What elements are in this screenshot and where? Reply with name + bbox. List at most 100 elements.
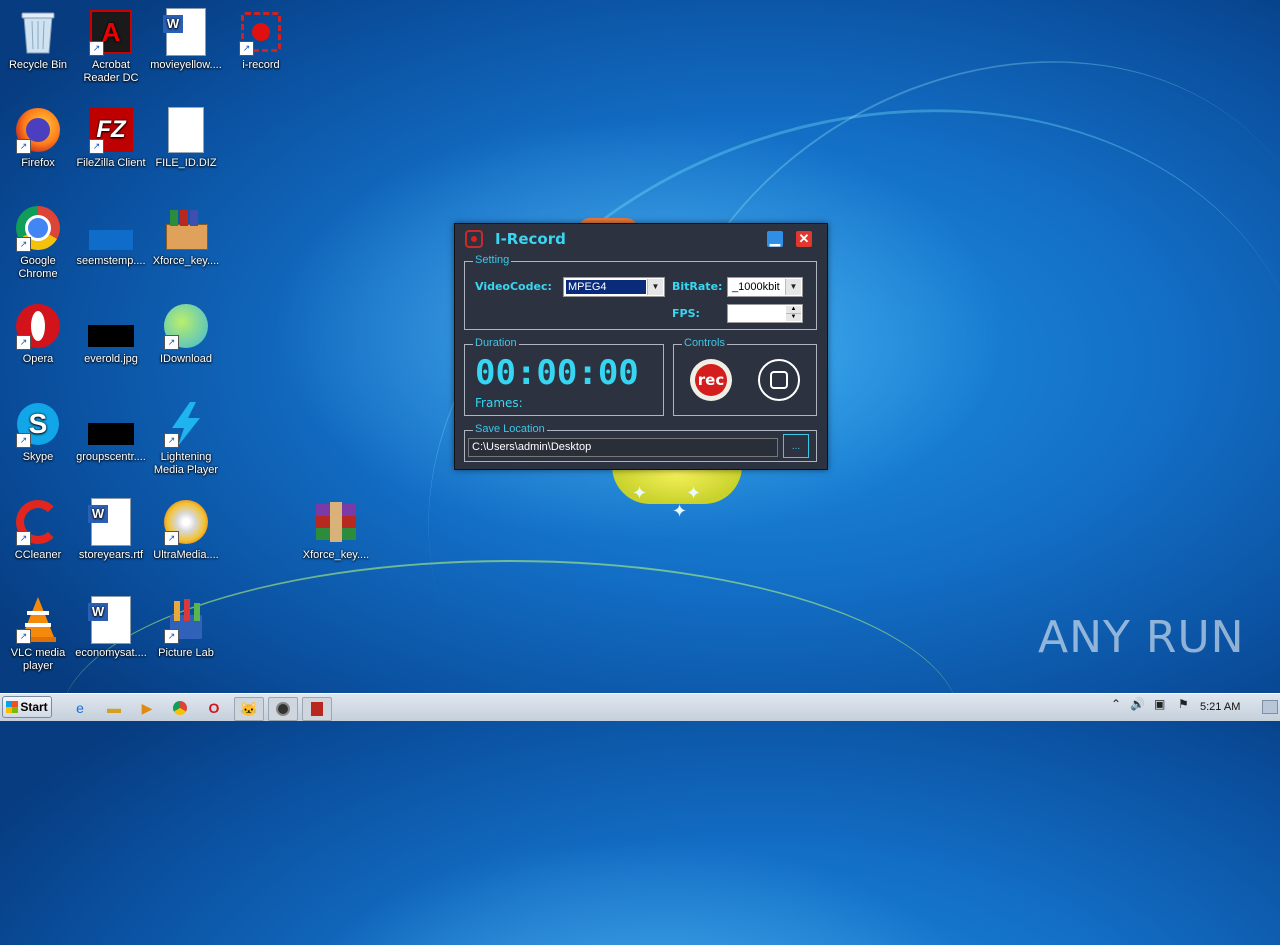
save-path-field[interactable]: C:\Users\admin\Desktop	[468, 438, 778, 457]
desktop-icon-file-id-diz[interactable]: FILE_ID.DIZ	[148, 106, 224, 170]
desktop-icon-i-record[interactable]: ↗ i-record	[223, 8, 299, 72]
explorer-icon[interactable]: ▬	[100, 697, 128, 719]
shortcut-arrow-icon: ↗	[164, 335, 179, 350]
word-doc-icon: W	[162, 8, 210, 56]
videocodec-label: VideoCodec:	[475, 280, 552, 293]
stop-button[interactable]	[758, 359, 800, 401]
idownload-icon: ↗	[162, 302, 210, 350]
cat-app-icon[interactable]: 🐱	[234, 697, 264, 721]
icon-label: seemstemp....	[76, 255, 146, 267]
image-file-icon	[87, 400, 135, 448]
start-button[interactable]: Start	[2, 696, 52, 718]
desktop-icon-vlc[interactable]: ↗ VLC media player	[0, 596, 76, 673]
desktop-icon-recycle-bin[interactable]: Recycle Bin	[0, 8, 76, 72]
fps-label: FPS:	[672, 307, 700, 320]
desktop-icon-ccleaner[interactable]: ↗ CCleaner	[0, 498, 76, 562]
desktop-icon-xforce-key-1[interactable]: Xforce_key....	[148, 204, 224, 268]
spinner-up-icon[interactable]: ▲	[786, 306, 801, 314]
volume-icon[interactable]: 🔊	[1130, 697, 1145, 711]
desktop-icon-firefox[interactable]: ↗ Firefox	[0, 106, 76, 170]
setting-group: Setting VideoCodec: MPEG4 ▼ BitRate: _10…	[464, 254, 817, 330]
winrar-icon	[312, 498, 360, 546]
desktop-icon-ultramedia[interactable]: ↗ UltraMedia....	[148, 498, 224, 562]
save-location-legend: Save Location	[473, 423, 547, 435]
icon-label: Acrobat Reader DC	[83, 59, 139, 84]
shortcut-arrow-icon: ↗	[16, 335, 31, 350]
stop-icon	[770, 371, 788, 389]
clock[interactable]: 5:21 AM	[1200, 701, 1240, 713]
shortcut-arrow-icon: ↗	[89, 41, 104, 56]
i-record-window[interactable]: I-Record ▁ ✕ Setting VideoCodec: MPEG4 ▼…	[454, 223, 828, 470]
filezilla-icon: FZ ↗	[87, 106, 135, 154]
chrome-icon: ↗	[14, 204, 62, 252]
desktop-icon-xforce-key-2[interactable]: Xforce_key....	[298, 498, 374, 562]
fps-spinner[interactable]: ▲ ▼	[727, 304, 803, 323]
desktop-icon-picture-lab[interactable]: ↗ Picture Lab	[148, 596, 224, 660]
chevron-down-icon[interactable]: ▼	[785, 279, 801, 295]
shortcut-arrow-icon: ↗	[16, 433, 31, 448]
icon-label: Picture Lab	[158, 647, 214, 659]
tray-chevron-up-icon[interactable]: ⌃	[1111, 697, 1121, 711]
frames-label: Frames:	[475, 396, 523, 410]
shortcut-arrow-icon: ↗	[16, 629, 31, 644]
recycle-bin-icon	[14, 8, 62, 56]
bitrate-label: BitRate:	[672, 280, 723, 293]
shortcut-arrow-icon: ↗	[89, 139, 104, 154]
rec-label: rec	[695, 364, 727, 396]
duration-legend: Duration	[473, 337, 519, 349]
minimize-icon: ▁	[770, 231, 780, 246]
record-button[interactable]: rec	[690, 359, 732, 401]
duration-readout: 00:00:00	[475, 353, 639, 393]
media-player-icon[interactable]: ▶	[133, 697, 161, 719]
fps-value	[730, 307, 784, 320]
spinner-down-icon[interactable]: ▼	[786, 314, 801, 321]
setting-legend: Setting	[473, 254, 512, 266]
desktop-icon-groupscentr[interactable]: groupscentr....	[73, 400, 149, 464]
icon-label: FILE_ID.DIZ	[155, 157, 217, 169]
windows-logo-icon	[6, 701, 19, 713]
desktop-icon-chrome[interactable]: ↗ Google Chrome	[0, 204, 76, 281]
browse-button[interactable]: ...	[783, 434, 809, 458]
opera-icon[interactable]: O	[200, 697, 228, 719]
desktop-icon-skype[interactable]: S ↗ Skype	[0, 400, 76, 464]
winrar-taskbar-icon[interactable]	[302, 697, 332, 721]
save-location-group: Save Location C:\Users\admin\Desktop ...	[464, 423, 817, 462]
icon-label: i-record	[242, 59, 280, 71]
image-file-icon	[87, 302, 135, 350]
icon-label: storeyears.rtf	[78, 549, 144, 561]
ultramedia-icon: ↗	[162, 498, 210, 546]
desktop-icon-movieyellow[interactable]: W movieyellow....	[148, 8, 224, 72]
window-title: I-Record	[495, 230, 566, 248]
icon-label: Recycle Bin	[8, 59, 68, 71]
shortcut-arrow-icon: ↗	[16, 139, 31, 154]
i-record-logo-icon	[465, 230, 483, 248]
desktop-icon-economysat[interactable]: W economysat....	[73, 596, 149, 660]
show-desktop-button[interactable]	[1262, 700, 1278, 714]
desktop-icon-storeyears[interactable]: W storeyears.rtf	[73, 498, 149, 562]
desktop-icon-acrobat[interactable]: A ↗ Acrobat Reader DC	[73, 8, 149, 85]
close-icon: ✕	[798, 231, 810, 246]
chrome-icon[interactable]	[166, 697, 194, 719]
desktop-icon-everold[interactable]: everold.jpg	[73, 302, 149, 366]
bitrate-select[interactable]: _1000kbit ▼	[727, 277, 803, 297]
ie-icon[interactable]: e	[66, 697, 94, 719]
icon-label: Xforce_key....	[302, 549, 370, 561]
videocodec-select[interactable]: MPEG4 ▼	[563, 277, 665, 297]
desktop-icon-seemstemp[interactable]: seemstemp....	[73, 204, 149, 268]
icon-label: economysat....	[75, 647, 147, 659]
close-button[interactable]: ✕	[796, 231, 812, 247]
picture-lab-icon: ↗	[162, 596, 210, 644]
shortcut-arrow-icon: ↗	[164, 629, 179, 644]
desktop-icon-filezilla[interactable]: FZ ↗ FileZilla Client	[73, 106, 149, 170]
sparkle-icon: ✦	[672, 501, 688, 521]
desktop-icon-opera[interactable]: ↗ Opera	[0, 302, 76, 366]
desktop-icon-idownload[interactable]: ↗ IDownload	[148, 302, 224, 366]
minimize-button[interactable]: ▁	[767, 231, 783, 247]
controls-legend: Controls	[682, 337, 727, 349]
i-record-taskbar-icon[interactable]	[268, 697, 298, 721]
desktop-icon-lightening[interactable]: ↗ Lightening Media Player	[148, 400, 224, 477]
chevron-down-icon[interactable]: ▼	[647, 279, 663, 295]
action-center-flag-icon[interactable]: ⚑	[1178, 697, 1189, 711]
network-icon[interactable]: ▣	[1154, 697, 1165, 711]
icon-label: FileZilla Client	[76, 157, 146, 169]
